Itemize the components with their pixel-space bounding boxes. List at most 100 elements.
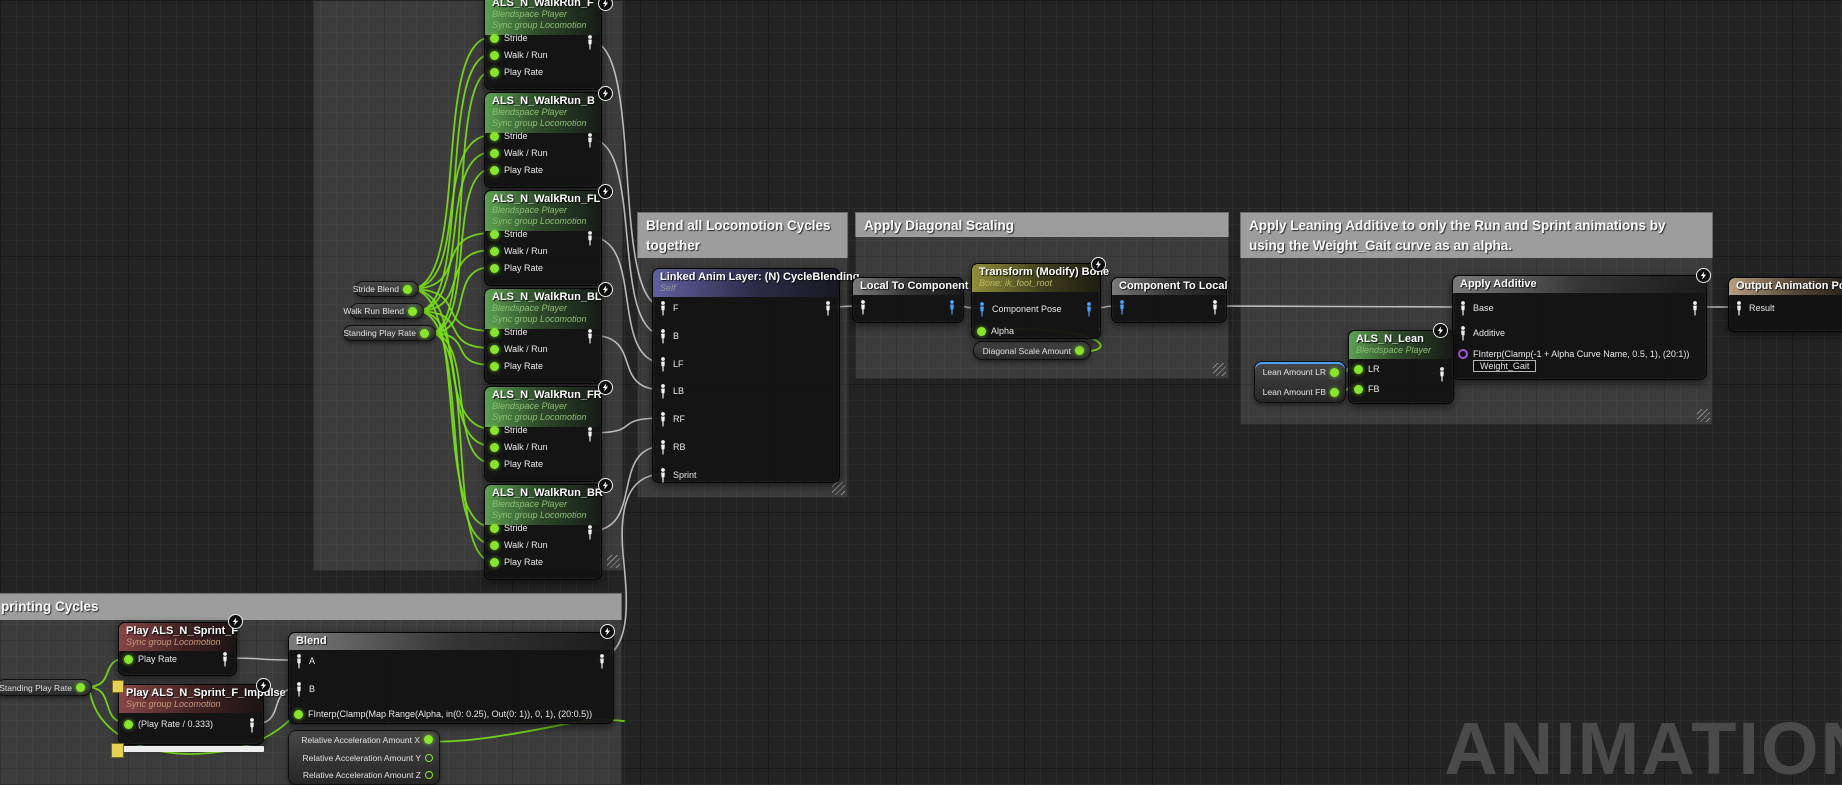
pin-f[interactable]: F	[658, 299, 679, 317]
pin-walk-run[interactable]: Walk / Run	[490, 242, 548, 260]
pin-pose[interactable]	[247, 716, 257, 734]
value-pin-icon	[490, 362, 499, 371]
pill-row-lean-amount-fb[interactable]: Lean Amount FB	[1255, 382, 1345, 402]
pin-pose[interactable]	[585, 523, 595, 541]
pin-pose[interactable]	[585, 131, 595, 149]
pin-pose[interactable]	[947, 298, 957, 316]
pin-play-rate[interactable]: Play Rate	[490, 259, 543, 277]
node-play-als-n-sprint-f[interactable]: Play ALS_N_Sprint_FSync group Locomotion…	[118, 622, 237, 676]
pin-fb[interactable]: FB	[1354, 380, 1380, 398]
pin-b[interactable]: B	[294, 680, 315, 698]
pin-walk-run[interactable]: Walk / Run	[490, 340, 548, 358]
graph-canvas[interactable]: ANIMATION Blend all Locomotion Cycles to…	[0, 0, 1842, 785]
timeline-marker	[111, 743, 124, 758]
pin-stride[interactable]: Stride	[490, 519, 528, 537]
variable-pill-walk-run-blend[interactable]: Walk Run Blend	[350, 303, 424, 319]
node-linked-anim-layer-n-cycleblending[interactable]: Linked Anim Layer: (N) CycleBlendingSelf…	[652, 268, 840, 483]
pin-lf[interactable]: LF	[658, 355, 684, 373]
pin-pose[interactable]	[1690, 299, 1700, 317]
pin-label: A	[309, 656, 315, 666]
pin-sprint[interactable]: Sprint	[658, 466, 697, 484]
pin-rf[interactable]: RF	[658, 410, 685, 428]
pin-pose[interactable]	[1084, 300, 1094, 318]
pin-a[interactable]: A	[294, 652, 315, 670]
pose-pin-white-icon	[658, 412, 668, 427]
variable-pill-diagonal-scale-amount[interactable]: Diagonal Scale Amount	[973, 341, 1091, 360]
node-play-als-n-sprint-f-impulse[interactable]: Play ALS_N_Sprint_F_ImpulseSync group Lo…	[118, 684, 264, 745]
pin-play-rate-0-333[interactable]: (Play Rate / 0.333)	[124, 715, 213, 733]
pin-pose[interactable]	[597, 652, 607, 670]
pin-alpha[interactable]: Alpha	[977, 322, 1014, 340]
pose-pin-white-icon	[247, 718, 257, 733]
pin-pose[interactable]	[1210, 298, 1220, 316]
pin-pose[interactable]	[823, 299, 833, 317]
value-pin-icon	[403, 285, 412, 294]
pin-pose[interactable]	[585, 229, 595, 247]
pin-rb[interactable]: RB	[658, 438, 686, 456]
pill-row-relative-acceleration-amount-y[interactable]: Relative Acceleration Amount Y	[289, 749, 439, 767]
pin-walk-run[interactable]: Walk / Run	[490, 144, 548, 162]
node-apply-additive[interactable]: Apply AdditiveBaseAdditiveFInterp(Clamp(…	[1452, 275, 1707, 380]
value-wire	[430, 333, 492, 561]
pin-base[interactable]: Base	[1458, 299, 1494, 317]
pin-play-rate[interactable]: Play Rate	[490, 161, 543, 179]
pin-pose[interactable]	[220, 650, 230, 668]
pin-component-pose[interactable]: Component Pose	[977, 300, 1062, 318]
pin-stride[interactable]: Stride	[490, 323, 528, 341]
pin-play-rate[interactable]: Play Rate	[490, 357, 543, 375]
pin-walk-run[interactable]: Walk / Run	[490, 536, 548, 554]
pin-stride[interactable]: Stride	[490, 225, 528, 243]
node-component-to-local[interactable]: Component To Local	[1111, 277, 1227, 323]
node-transform-modify-bone[interactable]: Transform (Modify) BoneBone: ik_foot_roo…	[971, 263, 1101, 339]
pin-stride[interactable]: Stride	[490, 127, 528, 145]
pin-pose[interactable]	[585, 425, 595, 443]
value-pin-icon	[408, 307, 417, 316]
pin-pose[interactable]	[1437, 365, 1447, 383]
pin-finterp-clamp-1-alpha-curve-name-0-5-1-20-1[interactable]: FInterp(Clamp(-1 + Alpha Curve Name, 0.5…	[1458, 349, 1689, 379]
value-pin-icon	[490, 426, 499, 435]
pin-stride[interactable]: Stride	[490, 29, 528, 47]
lean-amount-group[interactable]: Lean Amount LRLean Amount FB	[1254, 361, 1346, 403]
pin-label: Walk / Run	[504, 344, 548, 354]
pin-b[interactable]: B	[658, 327, 679, 345]
pin-pose[interactable]	[585, 327, 595, 345]
pill-row-lean-amount-lr[interactable]: Lean Amount LR	[1255, 362, 1345, 382]
node-als-n-walkrun-f[interactable]: ALS_N_WalkRun_FBlendspace PlayerSync gro…	[484, 0, 602, 90]
pin-result[interactable]: Result	[1734, 299, 1775, 317]
pin-additive[interactable]: Additive	[1458, 324, 1505, 342]
curve-name-box[interactable]: Weight_Gait	[1473, 360, 1536, 372]
pin-label: Play Rate	[504, 263, 543, 273]
node-blend[interactable]: BlendABFInterp(Clamp(Map Range(Alpha, in…	[288, 632, 614, 724]
pin-pose[interactable]	[585, 33, 595, 51]
pin-label: Sprint	[673, 470, 697, 480]
pose-person-icon	[658, 329, 668, 344]
pin-stride[interactable]: Stride	[490, 421, 528, 439]
fast-path-lightning-icon	[600, 624, 615, 639]
pin-play-rate[interactable]: Play Rate	[124, 650, 177, 668]
pin-walk-run[interactable]: Walk / Run	[490, 46, 548, 64]
pin-walk-run[interactable]: Walk / Run	[490, 438, 548, 456]
pill-row-relative-acceleration-amount-z[interactable]: Relative Acceleration Amount Z	[289, 766, 439, 784]
pin-lr[interactable]: LR	[1354, 360, 1380, 378]
node-als-n-walkrun-br[interactable]: ALS_N_WalkRun_BRBlendspace PlayerSync gr…	[484, 484, 602, 580]
node-output-animation-pose[interactable]: Output Animation PoseResult	[1728, 277, 1842, 332]
variable-pill-standing-play-rate[interactable]: Standing Play Rate	[343, 325, 436, 341]
variable-pill-stride-blend[interactable]: Stride Blend	[355, 281, 419, 297]
pin-play-rate[interactable]: Play Rate	[490, 553, 543, 571]
pin-finterp-clamp-map-range-alpha-in-0-0-25-out-0-1-0-1-20-0-5[interactable]: FInterp(Clamp(Map Range(Alpha, in(0: 0.2…	[294, 705, 592, 723]
node-als-n-lean[interactable]: ALS_N_LeanBlendspace PlayerLRFB	[1348, 330, 1454, 404]
pin-play-rate[interactable]: Play Rate	[490, 63, 543, 81]
variable-pill-standing-play-rate[interactable]: Standing Play Rate	[0, 679, 92, 696]
node-als-n-walkrun-bl[interactable]: ALS_N_WalkRun_BLBlendspace PlayerSync gr…	[484, 288, 602, 384]
node-als-n-walkrun-fr[interactable]: ALS_N_WalkRun_FRBlendspace PlayerSync gr…	[484, 386, 602, 482]
node-als-n-walkrun-b[interactable]: ALS_N_WalkRun_BBlendspace PlayerSync gro…	[484, 92, 602, 188]
relative-accel-group[interactable]: Relative Acceleration Amount XRelative A…	[288, 730, 440, 785]
pin-lb[interactable]: LB	[658, 382, 684, 400]
node-als-n-walkrun-fl[interactable]: ALS_N_WalkRun_FLBlendspace PlayerSync gr…	[484, 190, 602, 286]
pin-pose[interactable]	[1117, 298, 1127, 316]
pill-row-relative-acceleration-amount-x[interactable]: Relative Acceleration Amount X	[289, 731, 439, 749]
pin-label: LR	[1368, 364, 1380, 374]
node-local-to-component[interactable]: Local To Component	[852, 277, 964, 323]
pin-pose[interactable]	[858, 298, 868, 316]
pin-play-rate[interactable]: Play Rate	[490, 455, 543, 473]
